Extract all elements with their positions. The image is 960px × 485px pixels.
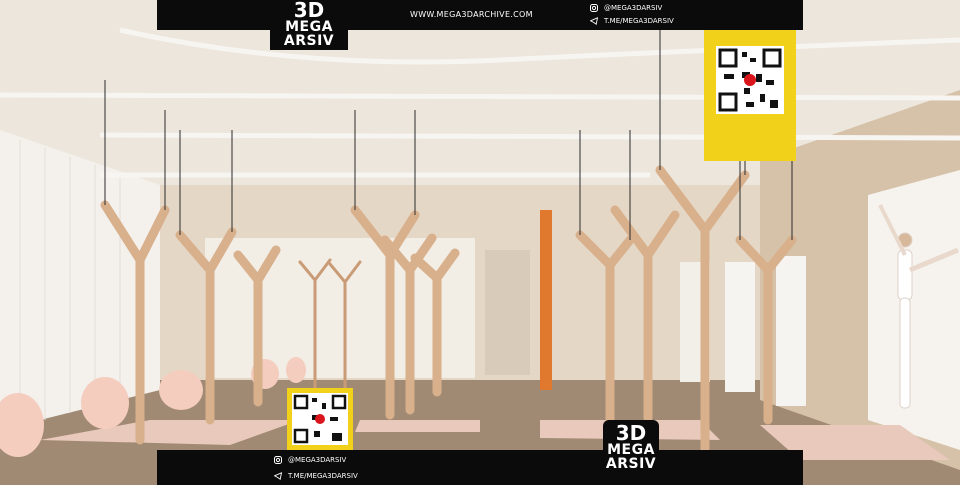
telegram-link-bottom: T.ME/MEGA3DARSIV	[288, 472, 358, 480]
right-door-2	[776, 256, 806, 406]
instagram-handle-row-bottom: @MEGA3DARSIV	[274, 456, 346, 464]
mega3darsiv-logo-top: 3D MEGA ARSIV	[270, 0, 348, 50]
yoga-studio-scene	[0, 0, 960, 485]
qr-code-icon	[716, 46, 784, 114]
logo-line-mega: MEGA	[607, 442, 655, 458]
telegram-icon	[590, 17, 598, 25]
mega3darsiv-logo-bottom: 3D MEGA ARSIV	[603, 420, 659, 485]
website-url: WWW.MEGA3DARCHIVE.COM	[410, 10, 533, 19]
right-door-1	[725, 262, 755, 392]
telegram-icon	[274, 472, 282, 480]
telegram-link: T.ME/MEGA3DARSIV	[604, 17, 674, 25]
top-watermark-bar: WWW.MEGA3DARCHIVE.COM @MEGA3DARSIV T.ME/…	[157, 0, 803, 30]
bottom-watermark-bar: @MEGA3DARSIV T.ME/MEGA3DARSIV	[157, 450, 803, 485]
orange-shelf	[540, 210, 552, 390]
qr-code-icon	[292, 393, 348, 445]
telegram-link-row-bottom: T.ME/MEGA3DARSIV	[274, 472, 358, 480]
instagram-icon	[274, 456, 282, 464]
instagram-handle-bottom: @MEGA3DARSIV	[288, 456, 347, 464]
qr-code-poster	[704, 30, 796, 161]
logo-line-3d: 3D	[293, 0, 325, 22]
logo-line-arsiv: ARSIV	[605, 456, 657, 472]
logo-line-mega: MEGA	[285, 19, 333, 35]
instagram-icon	[590, 4, 598, 12]
instagram-handle-row: @MEGA3DARSIV	[590, 4, 662, 12]
telegram-link-row: T.ME/MEGA3DARSIV	[590, 17, 674, 25]
logo-line-arsiv: ARSIV	[283, 33, 335, 49]
logo-line-3d: 3D	[615, 421, 647, 445]
qr-code-small	[287, 388, 353, 450]
corridor-door	[485, 250, 530, 375]
instagram-handle: @MEGA3DARSIV	[604, 4, 663, 12]
